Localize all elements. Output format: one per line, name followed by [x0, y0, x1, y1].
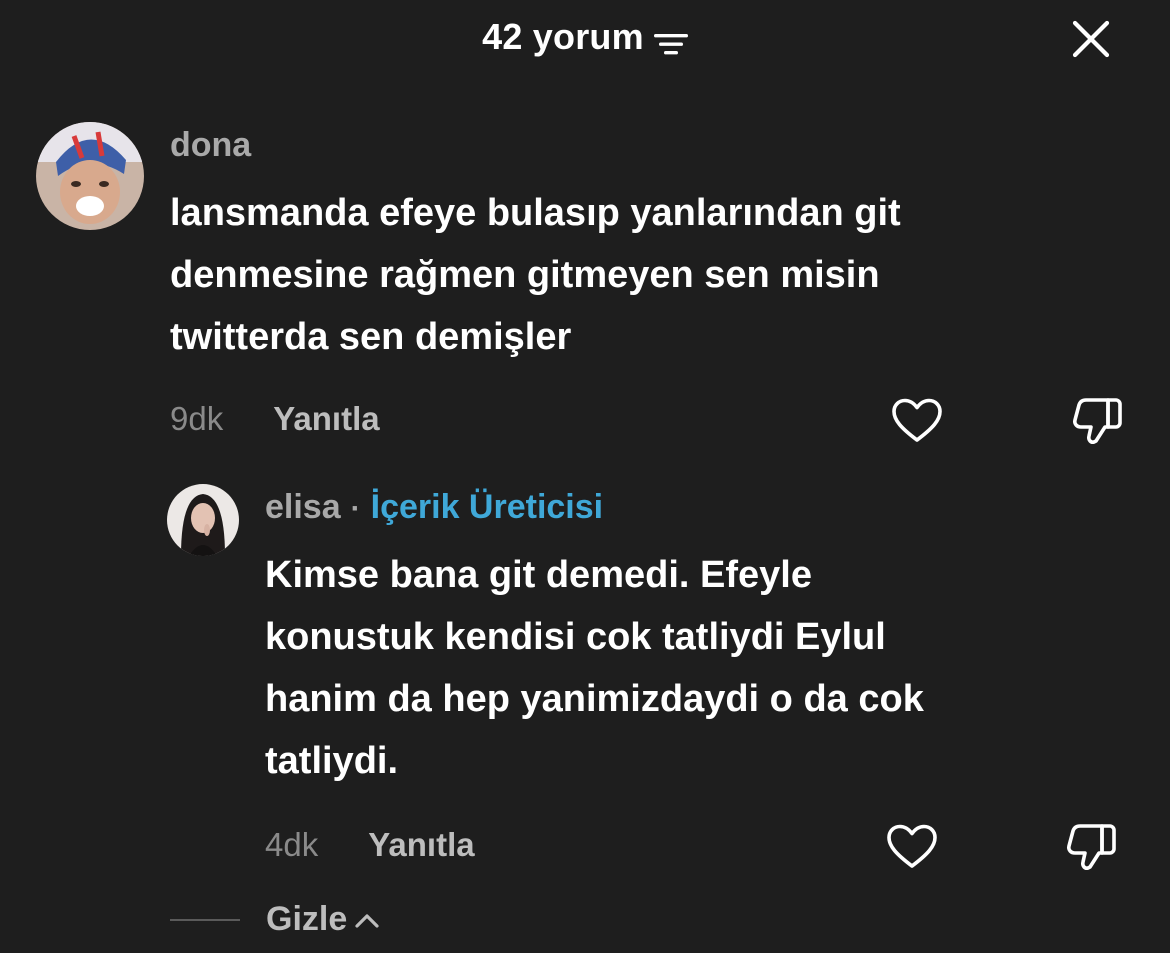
comments-sheet: 42 yorum dona lansmanda efeye bulasıp ya…	[0, 0, 1170, 953]
thumbs-down-icon	[1067, 824, 1116, 870]
reply-button[interactable]: Yanıtla	[368, 826, 474, 864]
avatar-elisa[interactable]	[167, 484, 239, 556]
comment-meta: 9dk Yanıtla	[170, 400, 380, 438]
reply-text: Kimse bana git demedi. Efeyle konustuk k…	[265, 554, 924, 782]
like-button[interactable]	[889, 395, 945, 447]
separator-dot: ·	[350, 492, 361, 525]
comment-username[interactable]: dona	[170, 126, 251, 165]
close-icon	[1072, 20, 1110, 58]
comment-text: lansmanda efeye bulasıp yanlarından git …	[170, 192, 901, 358]
dislike-button[interactable]	[1070, 395, 1126, 447]
heart-icon	[892, 398, 942, 442]
reply-time: 4dk	[265, 826, 319, 863]
close-button[interactable]	[1068, 16, 1114, 62]
reply-user-line: elisa · İçerik Üreticisi	[265, 488, 603, 527]
heart-icon	[887, 824, 937, 868]
filter-icon[interactable]	[653, 24, 688, 55]
comment-count-title: 42 yorum	[482, 16, 644, 57]
creator-badge: İçerik Üreticisi	[370, 488, 604, 526]
hide-replies-button[interactable]: Gizle	[170, 900, 381, 939]
dislike-button[interactable]	[1064, 821, 1120, 873]
reply-meta: 4dk Yanıtla	[265, 826, 475, 864]
thumbs-down-icon	[1073, 398, 1122, 444]
like-button[interactable]	[884, 821, 940, 873]
chevron-up-icon	[355, 913, 379, 928]
reply-username[interactable]: elisa	[265, 488, 341, 527]
avatar-dona[interactable]	[36, 122, 144, 230]
hide-label[interactable]: Gizle	[266, 900, 347, 939]
reply-button[interactable]: Yanıtla	[273, 400, 379, 438]
comment-time: 9dk	[170, 400, 224, 437]
divider-line	[170, 918, 240, 921]
comments-header: 42 yorum	[0, 16, 1170, 58]
